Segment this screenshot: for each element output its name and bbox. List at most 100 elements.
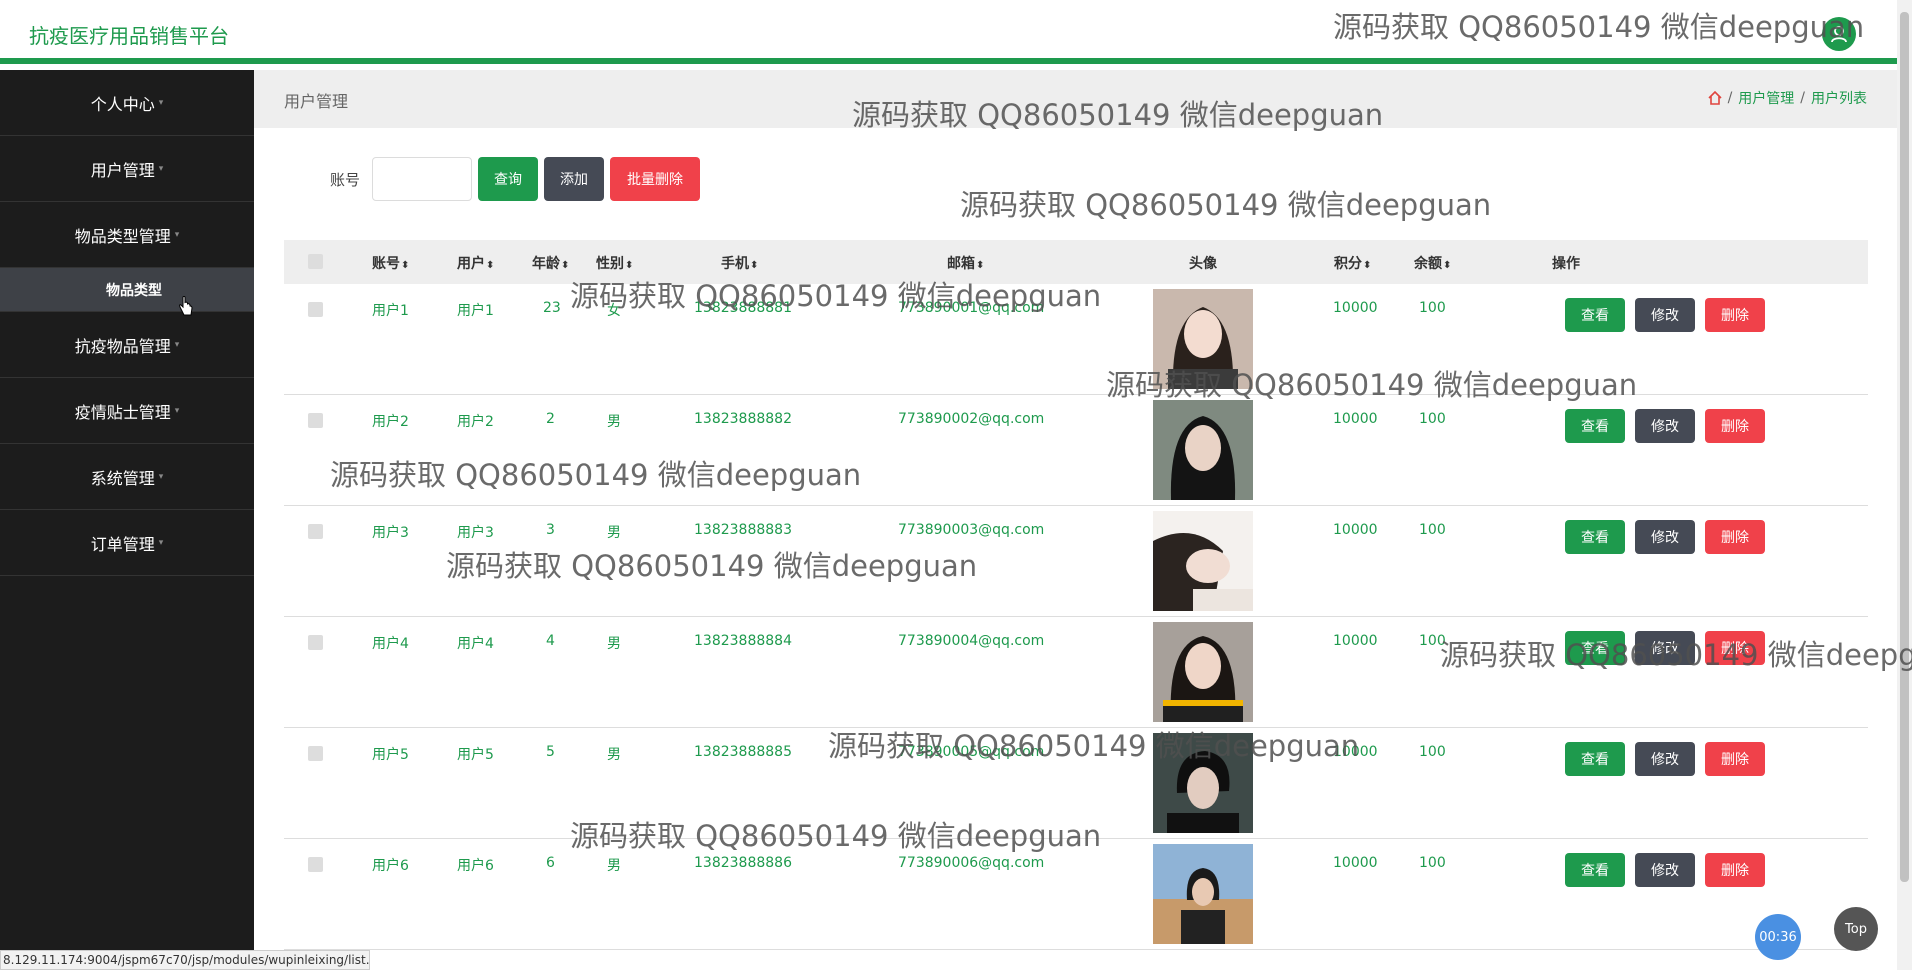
sidebar-item-label: 抗疫物品管理 bbox=[74, 336, 171, 356]
header-account[interactable]: 账号⬍ bbox=[372, 253, 409, 273]
cell-email: 773890003@qq.com bbox=[898, 522, 1045, 538]
view-button[interactable]: 查看 bbox=[1565, 409, 1625, 443]
add-button[interactable]: 添加 bbox=[544, 157, 605, 201]
avatar-image bbox=[1153, 511, 1253, 611]
chevron-down-icon: ▾ bbox=[158, 471, 164, 482]
row-checkbox[interactable] bbox=[308, 413, 323, 428]
delete-button[interactable]: 删除 bbox=[1705, 520, 1765, 554]
delete-button[interactable]: 删除 bbox=[1705, 298, 1765, 332]
breadcrumb-item-user-management[interactable]: 用户管理 bbox=[1738, 88, 1794, 108]
sidebar-item-order-management[interactable]: 订单管理 ▾ bbox=[0, 510, 254, 576]
chevron-down-icon: ▾ bbox=[158, 163, 164, 174]
header-gender[interactable]: 性别⬍ bbox=[596, 253, 633, 273]
edit-button[interactable]: 修改 bbox=[1635, 520, 1695, 554]
cell-gender: 男 bbox=[607, 858, 621, 874]
cell-age: 4 bbox=[546, 633, 555, 649]
header-email[interactable]: 邮箱⬍ bbox=[947, 253, 984, 273]
view-button[interactable]: 查看 bbox=[1565, 520, 1625, 554]
header-user[interactable]: 用户⬍ bbox=[457, 253, 494, 273]
cell-age: 23 bbox=[543, 300, 561, 316]
header-points[interactable]: 积分⬍ bbox=[1334, 253, 1371, 273]
avatar-image bbox=[1153, 400, 1253, 500]
sort-icon: ⬍ bbox=[486, 260, 495, 271]
sidebar-item-epidemic-goods-management[interactable]: 抗疫物品管理 ▾ bbox=[0, 312, 254, 378]
chevron-down-icon: ▾ bbox=[174, 405, 180, 416]
query-button[interactable]: 查询 bbox=[478, 157, 539, 201]
watermark: 源码获取 QQ86050149 微信deepguan bbox=[852, 98, 1384, 132]
page-scrollbar[interactable] bbox=[1897, 0, 1912, 970]
chevron-down-icon: ▾ bbox=[174, 339, 180, 350]
cell-points: 10000 bbox=[1333, 300, 1378, 316]
header-label: 用户 bbox=[457, 256, 485, 272]
edit-button[interactable]: 修改 bbox=[1635, 853, 1695, 887]
sidebar-item-label: 疫情贴士管理 bbox=[74, 402, 171, 422]
cell-balance: 100 bbox=[1419, 744, 1446, 760]
home-icon[interactable] bbox=[1707, 91, 1722, 105]
sidebar-item-tips-management[interactable]: 疫情贴士管理 ▾ bbox=[0, 378, 254, 444]
view-button[interactable]: 查看 bbox=[1565, 298, 1625, 332]
page-title: 用户管理 bbox=[284, 92, 349, 111]
view-button[interactable]: 查看 bbox=[1565, 742, 1625, 776]
watermark: 源码获取 QQ86050149 微信deepguan bbox=[570, 279, 1102, 313]
timer-badge: 00:36 bbox=[1755, 914, 1801, 960]
sidebar-item-item-type-management[interactable]: 物品类型管理 ▾ bbox=[0, 202, 254, 268]
watermark: 源码获取 QQ86050149 微信deepguan bbox=[446, 549, 978, 583]
breadcrumb-separator: / bbox=[1727, 90, 1733, 106]
watermark: 源码获取 QQ86050149 微信deepguan bbox=[1106, 368, 1638, 402]
sidebar-item-personal-center[interactable]: 个人中心 ▾ bbox=[0, 70, 254, 136]
delete-button[interactable]: 删除 bbox=[1705, 409, 1765, 443]
cell-points: 10000 bbox=[1333, 855, 1378, 871]
cell-points: 10000 bbox=[1333, 522, 1378, 538]
row-checkbox[interactable] bbox=[308, 746, 323, 761]
row-checkbox[interactable] bbox=[308, 302, 323, 317]
edit-button[interactable]: 修改 bbox=[1635, 742, 1695, 776]
avatar-image bbox=[1153, 844, 1253, 944]
cell-account: 用户6 bbox=[372, 858, 409, 874]
account-search-input[interactable] bbox=[372, 157, 473, 201]
row-checkbox[interactable] bbox=[308, 524, 323, 539]
cell-gender: 男 bbox=[607, 414, 621, 430]
sort-icon: ⬍ bbox=[561, 260, 570, 271]
cell-phone: 13823888885 bbox=[694, 744, 792, 760]
header-age[interactable]: 年龄⬍ bbox=[532, 253, 569, 273]
cell-age: 3 bbox=[546, 522, 555, 538]
cell-gender: 男 bbox=[607, 525, 621, 541]
sidebar-item-label: 物品类型管理 bbox=[74, 226, 171, 246]
select-all-checkbox[interactable] bbox=[308, 254, 323, 269]
cell-account: 用户4 bbox=[372, 636, 409, 652]
sort-icon: ⬍ bbox=[401, 260, 410, 271]
header-phone[interactable]: 手机⬍ bbox=[721, 253, 758, 273]
delete-button[interactable]: 删除 bbox=[1705, 853, 1765, 887]
browser-status-url: 8.129.11.174:9004/jspm67c70/jsp/modules/… bbox=[0, 950, 370, 970]
sort-icon: ⬍ bbox=[625, 260, 634, 271]
edit-button[interactable]: 修改 bbox=[1635, 298, 1695, 332]
header-label: 积分 bbox=[1334, 256, 1362, 272]
search-label: 账号 bbox=[330, 170, 361, 189]
cell-points: 10000 bbox=[1333, 633, 1378, 649]
breadcrumb-item-user-list[interactable]: 用户列表 bbox=[1811, 88, 1867, 108]
breadcrumb: / 用户管理 / 用户列表 bbox=[1707, 88, 1867, 108]
row-checkbox[interactable] bbox=[308, 857, 323, 872]
cell-email: 773890006@qq.com bbox=[898, 855, 1045, 871]
header-actions: 操作 bbox=[1552, 256, 1580, 272]
sidebar-item-system-management[interactable]: 系统管理 ▾ bbox=[0, 444, 254, 510]
sidebar-subitem-item-type[interactable]: 物品类型 bbox=[0, 268, 254, 312]
sidebar-item-label: 系统管理 bbox=[90, 468, 155, 488]
edit-button[interactable]: 修改 bbox=[1635, 409, 1695, 443]
view-button[interactable]: 查看 bbox=[1565, 853, 1625, 887]
scrollbar-thumb[interactable] bbox=[1900, 12, 1909, 882]
row-checkbox[interactable] bbox=[308, 635, 323, 650]
cell-user: 用户4 bbox=[457, 636, 494, 652]
breadcrumb-separator: / bbox=[1800, 90, 1805, 106]
batch-delete-button[interactable]: 批量删除 bbox=[610, 157, 701, 201]
sidebar-item-label: 用户管理 bbox=[90, 160, 155, 180]
header-balance[interactable]: 余额⬍ bbox=[1414, 253, 1451, 273]
back-to-top-button[interactable]: Top bbox=[1834, 907, 1878, 951]
cell-phone: 13823888884 bbox=[694, 633, 792, 649]
cell-age: 5 bbox=[546, 744, 555, 760]
cell-age: 2 bbox=[546, 411, 555, 427]
app-title[interactable]: 抗疫医疗用品销售平台 bbox=[29, 20, 229, 49]
delete-button[interactable]: 删除 bbox=[1705, 742, 1765, 776]
chevron-down-icon: ▾ bbox=[174, 229, 180, 240]
sidebar-item-user-management[interactable]: 用户管理 ▾ bbox=[0, 136, 254, 202]
